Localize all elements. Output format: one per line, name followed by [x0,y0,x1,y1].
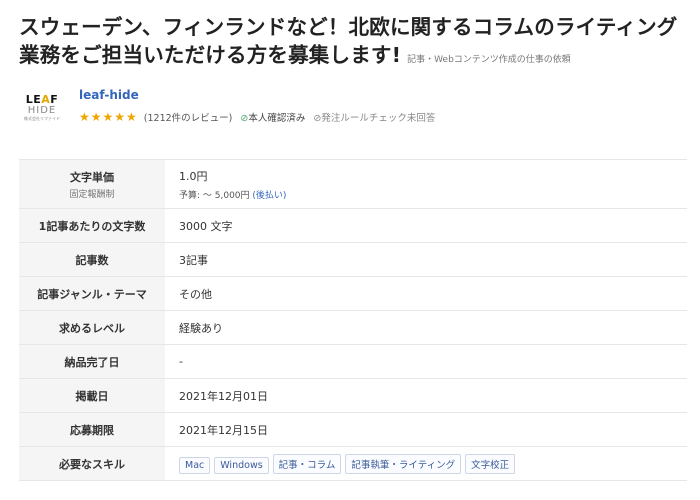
skill-tag[interactable]: Windows [214,456,269,474]
budget-value: 予算: ～ 5,000円 [179,190,253,201]
payment-terms-link[interactable]: (後払い) [252,191,286,201]
client-logo[interactable]: LEAF HIDE 株式会社リファイド [19,94,65,128]
job-category[interactable]: 記事・Webコンテンツ作成の仕事の依頼 [407,55,571,65]
skill-tag[interactable]: 記事・コラム [272,453,342,474]
job-details-table: 文字単価 固定報酬制 1.0円 予算: ～ 5,000円 (後払い) 1記事あた… [19,159,687,481]
rating-stars: ★★★★★ [79,110,138,124]
price-type-label: 固定報酬制 [69,189,115,200]
price-header: 文字単価 固定報酬制 [19,159,165,209]
article-count-value: 3記事 [165,242,687,277]
row-skills: 必要なスキル Mac Windows 記事・コラム 記事執筆・ライティング 文字校正 [19,446,687,481]
review-count-link[interactable]: (1212件のレビュー) [144,110,233,124]
price-value: 1.0円 [179,169,208,183]
genre-label: 記事ジャンル・テーマ [19,276,165,311]
row-delivery: 納品完了日 - [19,344,687,379]
row-article-count: 記事数 3記事 [19,242,687,277]
posted-date-value: 2021年12月01日 [165,378,687,413]
row-price: 文字単価 固定報酬制 1.0円 予算: ～ 5,000円 (後払い) [19,159,687,209]
row-word-count: 1記事あたりの文字数 3000 文字 [19,208,687,243]
word-count-value: 3000 文字 [165,208,687,243]
identity-verified-badge: ⊘本人確認済み [240,110,305,124]
skills-cell: Mac Windows 記事・コラム 記事執筆・ライティング 文字校正 [165,446,687,481]
job-title: スウェーデン、フィンランドなど！北欧に関するコラムのライティング業務をご担当いた… [19,15,678,67]
row-deadline: 応募期限 2021年12月15日 [19,412,687,447]
level-value: 経験あり [165,310,687,345]
level-label: 求めるレベル [19,310,165,345]
price-cell: 1.0円 予算: ～ 5,000円 (後払い) [165,159,687,209]
skill-tag[interactable]: 記事執筆・ライティング [345,453,462,474]
row-level: 求めるレベル 経験あり [19,310,687,345]
row-posted: 掲載日 2021年12月01日 [19,378,687,413]
deadline-value: 2021年12月15日 [165,412,687,447]
article-count-label: 記事数 [19,242,165,277]
logo-company: 株式会社リファイド [24,116,60,121]
skill-tag[interactable]: 文字校正 [465,453,516,474]
job-title-block: スウェーデン、フィンランドなど！北欧に関するコラムのライティング業務をご担当いた… [19,13,687,74]
delivery-date-label: 納品完了日 [19,344,165,379]
logo-subword: HIDE [27,105,57,116]
skills-label: 必要なスキル [19,446,165,481]
posted-date-label: 掲載日 [19,378,165,413]
delivery-date-value: - [165,344,687,379]
budget-line: 予算: ～ 5,000円 (後払い) [179,188,673,201]
order-rule-label: 発注ルールチェック未回答 [321,113,436,124]
client-meta: ★★★★★ (1212件のレビュー) ⊘本人確認済み ⊘発注ルールチェック未回答 [79,110,435,124]
client-info: LEAF HIDE 株式会社リファイド leaf-hide ★★★★★ (121… [19,88,679,130]
client-name-link[interactable]: leaf-hide [79,88,139,102]
row-genre: 記事ジャンル・テーマ その他 [19,276,687,311]
genre-value: その他 [165,276,687,311]
deadline-label: 応募期限 [19,412,165,447]
word-count-label: 1記事あたりの文字数 [19,208,165,243]
price-label: 文字単価 [70,170,114,184]
order-rule-badge: ⊘発注ルールチェック未回答 [313,110,435,124]
identity-verified-label: 本人確認済み [248,113,306,124]
skill-tag[interactable]: Mac [179,456,211,474]
